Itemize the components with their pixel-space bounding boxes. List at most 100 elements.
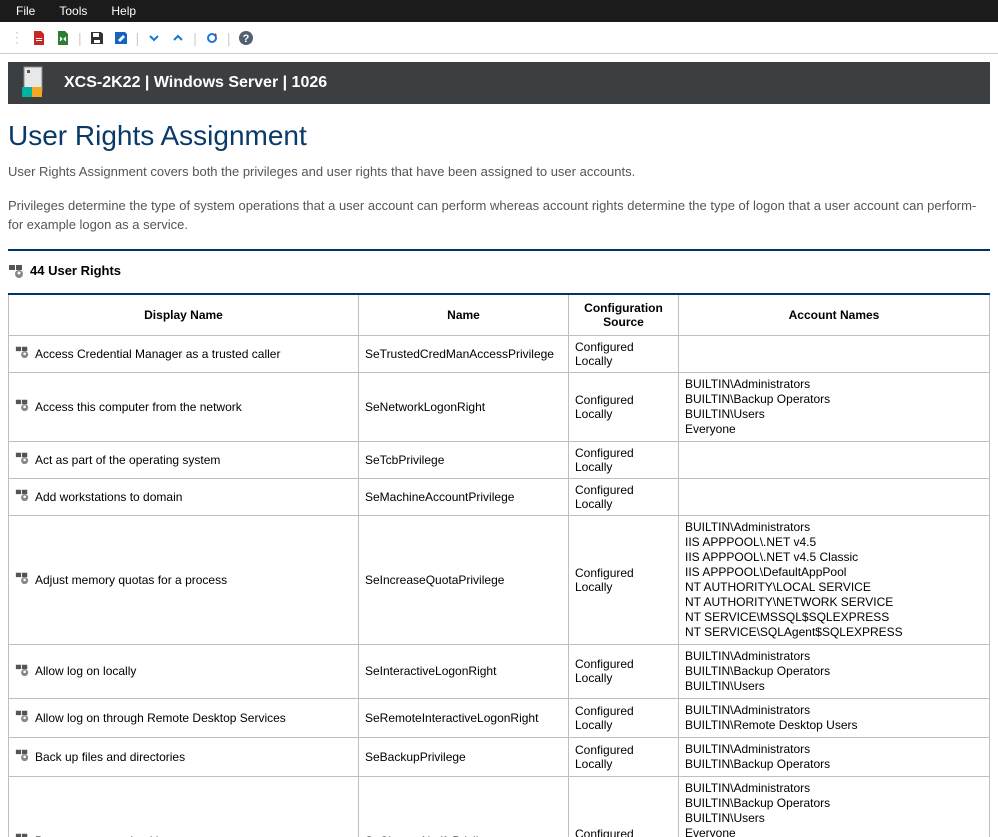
report-header: XCS-2K22 | Windows Server | 1026 (8, 62, 990, 104)
edit-button[interactable] (110, 27, 132, 49)
menu-bar: File Tools Help (0, 0, 998, 22)
help-button[interactable]: ? (235, 27, 257, 49)
table-row[interactable]: Adjust memory quotas for a process SeIncr… (9, 515, 990, 644)
source-cell: Configured Locally (569, 441, 679, 478)
privilege-icon (15, 571, 29, 588)
section-header: 44 User Rights (8, 259, 990, 283)
display-name-cell: Bypass traverse checking (35, 834, 172, 837)
pdf-icon (31, 30, 47, 46)
toolbar-separator: | (78, 30, 82, 46)
source-cell: Configured Locally (569, 737, 679, 776)
name-cell: SeBackupPrivilege (359, 737, 569, 776)
accounts-cell (679, 441, 990, 478)
save-icon (89, 30, 105, 46)
source-cell: Configured Locally (569, 335, 679, 372)
chevron-down-icon (147, 31, 161, 45)
toolbar-separator: | (227, 30, 231, 46)
accounts-cell: BUILTIN\AdministratorsBUILTIN\Backup Ope… (679, 372, 990, 441)
toolbar-separator: | (136, 30, 140, 46)
user-rights-icon (8, 263, 24, 279)
accounts-cell: BUILTIN\AdministratorsBUILTIN\Backup Ope… (679, 644, 990, 698)
name-cell: SeInteractiveLogonRight (359, 644, 569, 698)
col-config-source[interactable]: Configuration Source (569, 294, 679, 336)
col-display-name[interactable]: Display Name (9, 294, 359, 336)
privilege-icon (15, 398, 29, 415)
source-cell: Configured Locally (569, 776, 679, 837)
privilege-icon (15, 832, 29, 837)
page-title: User Rights Assignment (8, 120, 990, 152)
source-cell: Configured Locally (569, 698, 679, 737)
col-account-names[interactable]: Account Names (679, 294, 990, 336)
menu-help[interactable]: Help (99, 1, 148, 21)
refresh-icon (204, 30, 220, 46)
section-divider (8, 249, 990, 251)
privilege-icon (15, 663, 29, 680)
table-row[interactable]: Access this computer from the network SeN… (9, 372, 990, 441)
source-cell: Configured Locally (569, 515, 679, 644)
display-name-cell: Adjust memory quotas for a process (35, 573, 227, 587)
toolbar-separator: | (193, 30, 197, 46)
edit-icon (113, 30, 129, 46)
source-cell: Configured Locally (569, 372, 679, 441)
name-cell: SeNetworkLogonRight (359, 372, 569, 441)
privilege-icon (15, 488, 29, 505)
scroll-area[interactable]: XCS-2K22 | Windows Server | 1026 User Ri… (8, 62, 990, 837)
page-description-1: User Rights Assignment covers both the p… (8, 162, 990, 182)
privilege-icon (15, 345, 29, 362)
report-header-title: XCS-2K22 | Windows Server | 1026 (64, 74, 327, 92)
privilege-icon (15, 709, 29, 726)
svg-text:?: ? (242, 33, 249, 45)
name-cell: SeChangeNotifyPrivilege (359, 776, 569, 837)
content-body: User Rights Assignment User Rights Assig… (8, 104, 990, 837)
refresh-button[interactable] (201, 27, 223, 49)
display-name-cell: Allow log on locally (35, 664, 136, 678)
name-cell: SeIncreaseQuotaPrivilege (359, 515, 569, 644)
help-icon: ? (238, 30, 254, 46)
display-name-cell: Back up files and directories (35, 750, 185, 764)
display-name-cell: Allow log on through Remote Desktop Serv… (35, 711, 286, 725)
privilege-icon (15, 748, 29, 765)
accounts-cell: BUILTIN\AdministratorsBUILTIN\Backup Ope… (679, 776, 990, 837)
table-header-row: Display Name Name Configuration Source A… (9, 294, 990, 336)
accounts-cell: BUILTIN\AdministratorsIIS APPPOOL\.NET v… (679, 515, 990, 644)
export-pdf-button[interactable] (28, 27, 50, 49)
source-cell: Configured Locally (569, 478, 679, 515)
name-cell: SeTcbPrivilege (359, 441, 569, 478)
accounts-cell (679, 335, 990, 372)
menu-tools[interactable]: Tools (47, 1, 99, 21)
section-count-label: 44 User Rights (30, 263, 121, 278)
save-button[interactable] (86, 27, 108, 49)
accounts-cell: BUILTIN\AdministratorsBUILTIN\Remote Des… (679, 698, 990, 737)
accounts-cell (679, 478, 990, 515)
name-cell: SeTrustedCredManAccessPrivilege (359, 335, 569, 372)
rights-table: Display Name Name Configuration Source A… (8, 293, 990, 837)
chevron-up-icon (171, 31, 185, 45)
display-name-cell: Add workstations to domain (35, 490, 182, 504)
server-icon (16, 65, 52, 101)
collapse-button[interactable] (167, 27, 189, 49)
name-cell: SeRemoteInteractiveLogonRight (359, 698, 569, 737)
main-content: XCS-2K22 | Windows Server | 1026 User Ri… (0, 54, 998, 837)
table-row[interactable]: Act as part of the operating system SeTcb… (9, 441, 990, 478)
excel-icon (55, 30, 71, 46)
table-row[interactable]: Add workstations to domain SeMachineAccou… (9, 478, 990, 515)
table-row[interactable]: Allow log on locally SeInteractiveLogonRi… (9, 644, 990, 698)
display-name-cell: Act as part of the operating system (35, 453, 220, 467)
export-excel-button[interactable] (52, 27, 74, 49)
privilege-icon (15, 451, 29, 468)
source-cell: Configured Locally (569, 644, 679, 698)
expand-button[interactable] (143, 27, 165, 49)
table-row[interactable]: Access Credential Manager as a trusted c… (9, 335, 990, 372)
table-row[interactable]: Bypass traverse checking SeChangeNotifyPr… (9, 776, 990, 837)
display-name-cell: Access this computer from the network (35, 400, 242, 414)
table-row[interactable]: Back up files and directories SeBackupPri… (9, 737, 990, 776)
accounts-cell: BUILTIN\AdministratorsBUILTIN\Backup Ope… (679, 737, 990, 776)
col-name[interactable]: Name (359, 294, 569, 336)
display-name-cell: Access Credential Manager as a trusted c… (35, 347, 280, 361)
page-description-2: Privileges determine the type of system … (8, 196, 990, 235)
name-cell: SeMachineAccountPrivilege (359, 478, 569, 515)
toolbar-separator: ⋮ (10, 29, 24, 46)
menu-file[interactable]: File (4, 1, 47, 21)
table-row[interactable]: Allow log on through Remote Desktop Serv… (9, 698, 990, 737)
toolbar: ⋮ | | | | ? (0, 22, 998, 54)
